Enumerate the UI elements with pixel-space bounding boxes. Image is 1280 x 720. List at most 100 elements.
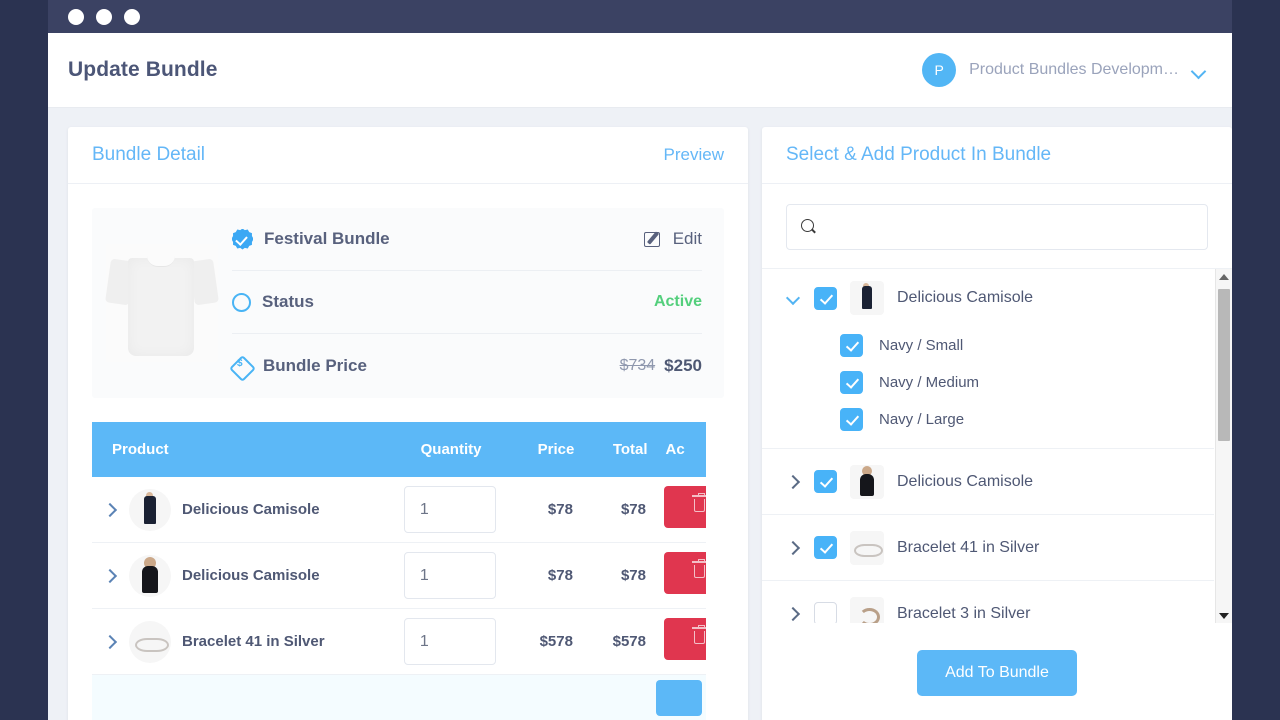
bundle-info-rows: Festival Bundle Edit — [232, 208, 724, 398]
circle-icon — [232, 293, 251, 312]
bundle-info-panel: Festival Bundle Edit — [92, 208, 724, 398]
expand-row-chevron-icon[interactable] — [102, 634, 118, 650]
app-header: Update Bundle P Product Bundles Developm… — [48, 33, 1232, 108]
product-thumbnail — [850, 597, 884, 624]
delete-row-button[interactable] — [664, 552, 706, 594]
product-total: $78 — [573, 567, 646, 584]
product-checkbox[interactable] — [814, 536, 837, 559]
quantity-input[interactable] — [404, 618, 496, 665]
bundle-price-row: Bundle Price $734 $250 — [232, 334, 702, 397]
search-input[interactable] — [827, 219, 1193, 236]
list-item[interactable]: Delicious Camisole — [762, 449, 1214, 514]
bundle-detail-header: Bundle Detail Preview — [68, 127, 748, 184]
bundle-name-row: Festival Bundle Edit — [232, 208, 702, 271]
variant-checkbox[interactable] — [840, 334, 863, 357]
product-checkbox[interactable] — [814, 470, 837, 493]
product-price: $578 — [498, 633, 573, 650]
price-tag-icon — [232, 356, 252, 376]
window-close-button[interactable] — [68, 9, 84, 25]
quantity-input[interactable] — [404, 552, 496, 599]
product-name: Delicious Camisole — [182, 501, 320, 518]
search-area — [762, 184, 1232, 268]
expand-chevron-right-icon[interactable] — [786, 540, 801, 555]
window-minimize-button[interactable] — [96, 9, 112, 25]
browser-window: Update Bundle P Product Bundles Developm… — [48, 0, 1232, 720]
product-name: Bracelet 41 in Silver — [897, 539, 1039, 557]
bundle-price-current: $250 — [664, 356, 702, 376]
product-price: $78 — [498, 501, 573, 518]
window-maximize-button[interactable] — [124, 9, 140, 25]
bundle-detail-title: Bundle Detail — [92, 144, 205, 166]
product-name: Bracelet 3 in Silver — [897, 605, 1030, 623]
product-list-scrollbar[interactable] — [1215, 269, 1232, 623]
list-item[interactable]: Bracelet 41 in Silver — [762, 515, 1214, 580]
variant-checkbox[interactable] — [840, 371, 863, 394]
content-area: Bundle Detail Preview — [48, 108, 1232, 720]
quantity-input[interactable] — [404, 486, 496, 533]
tshirt-body — [128, 258, 194, 356]
product-name: Bracelet 41 in Silver — [182, 633, 325, 650]
product-checkbox[interactable] — [814, 287, 837, 310]
variant-name: Navy / Large — [879, 411, 964, 428]
product-thumbnail — [129, 621, 171, 663]
edit-pencil-icon — [644, 230, 664, 249]
product-thumbnail — [850, 281, 884, 315]
table-footer — [92, 675, 706, 720]
column-header-quantity: Quantity — [403, 441, 499, 458]
status-label: Status — [262, 292, 314, 312]
window-titlebar — [48, 0, 1232, 33]
bundle-products-table: Product Quantity Price Total Ac Deliciou… — [92, 422, 706, 720]
product-total: $78 — [573, 501, 646, 518]
collapse-chevron-down-icon[interactable] — [786, 291, 801, 306]
list-item[interactable]: Delicious Camisole — [762, 269, 1214, 327]
delete-row-button[interactable] — [664, 486, 706, 528]
variant-checkbox[interactable] — [840, 408, 863, 431]
product-name: Delicious Camisole — [182, 567, 320, 584]
edit-label: Edit — [673, 229, 702, 249]
table-header-row: Product Quantity Price Total Ac — [92, 422, 706, 477]
edit-bundle-button[interactable]: Edit — [644, 229, 702, 249]
product-total: $578 — [573, 633, 646, 650]
delete-row-button[interactable] — [664, 618, 706, 660]
product-checkbox[interactable] — [814, 602, 837, 623]
account-menu[interactable]: P Product Bundles Developm… — [922, 53, 1206, 87]
trash-icon — [694, 499, 705, 512]
preview-link[interactable]: Preview — [664, 145, 724, 165]
select-product-header: Select & Add Product In Bundle — [762, 127, 1232, 184]
expand-row-chevron-icon[interactable] — [102, 502, 118, 518]
product-name: Delicious Camisole — [897, 473, 1033, 491]
expand-chevron-right-icon[interactable] — [786, 474, 801, 489]
variant-item[interactable]: Navy / Medium — [762, 364, 1214, 401]
variant-item[interactable]: Navy / Large — [762, 401, 1214, 438]
update-bundle-button[interactable] — [656, 680, 702, 716]
list-item[interactable]: Bracelet 3 in Silver — [762, 581, 1214, 623]
product-thumbnail — [850, 465, 884, 499]
avatar: P — [922, 53, 956, 87]
add-to-bundle-button[interactable]: Add To Bundle — [917, 650, 1077, 696]
product-list-container: Delicious Camisole Navy / Small Navy / M… — [762, 268, 1232, 623]
verified-badge-icon — [232, 229, 253, 250]
product-list: Delicious Camisole Navy / Small Navy / M… — [762, 269, 1214, 623]
expand-chevron-right-icon[interactable] — [786, 606, 801, 621]
account-name: Product Bundles Developm… — [969, 61, 1179, 79]
table-row: Delicious Camisole $78 $78 — [92, 543, 706, 609]
list-item-group: Delicious Camisole — [762, 449, 1214, 515]
search-box[interactable] — [786, 204, 1208, 250]
scrollbar-thumb[interactable] — [1218, 289, 1230, 441]
expand-row-chevron-icon[interactable] — [102, 568, 118, 584]
bundle-detail-card: Bundle Detail Preview — [68, 127, 748, 720]
bundle-image-wrap — [92, 208, 232, 398]
column-header-product: Product — [92, 441, 403, 458]
trash-icon — [694, 631, 705, 644]
scroll-down-arrow-icon[interactable] — [1216, 608, 1232, 623]
scroll-up-arrow-icon[interactable] — [1216, 269, 1232, 285]
variant-name: Navy / Medium — [879, 374, 979, 391]
column-header-action: Ac — [648, 441, 706, 458]
product-thumbnail — [850, 531, 884, 565]
product-thumbnail — [129, 489, 171, 531]
variant-item[interactable]: Navy / Small — [762, 327, 1214, 364]
table-row: Bracelet 41 in Silver $578 $578 — [92, 609, 706, 675]
bundle-price-original: $734 — [620, 357, 656, 375]
product-price: $78 — [498, 567, 573, 584]
chevron-down-icon[interactable] — [1192, 66, 1206, 75]
